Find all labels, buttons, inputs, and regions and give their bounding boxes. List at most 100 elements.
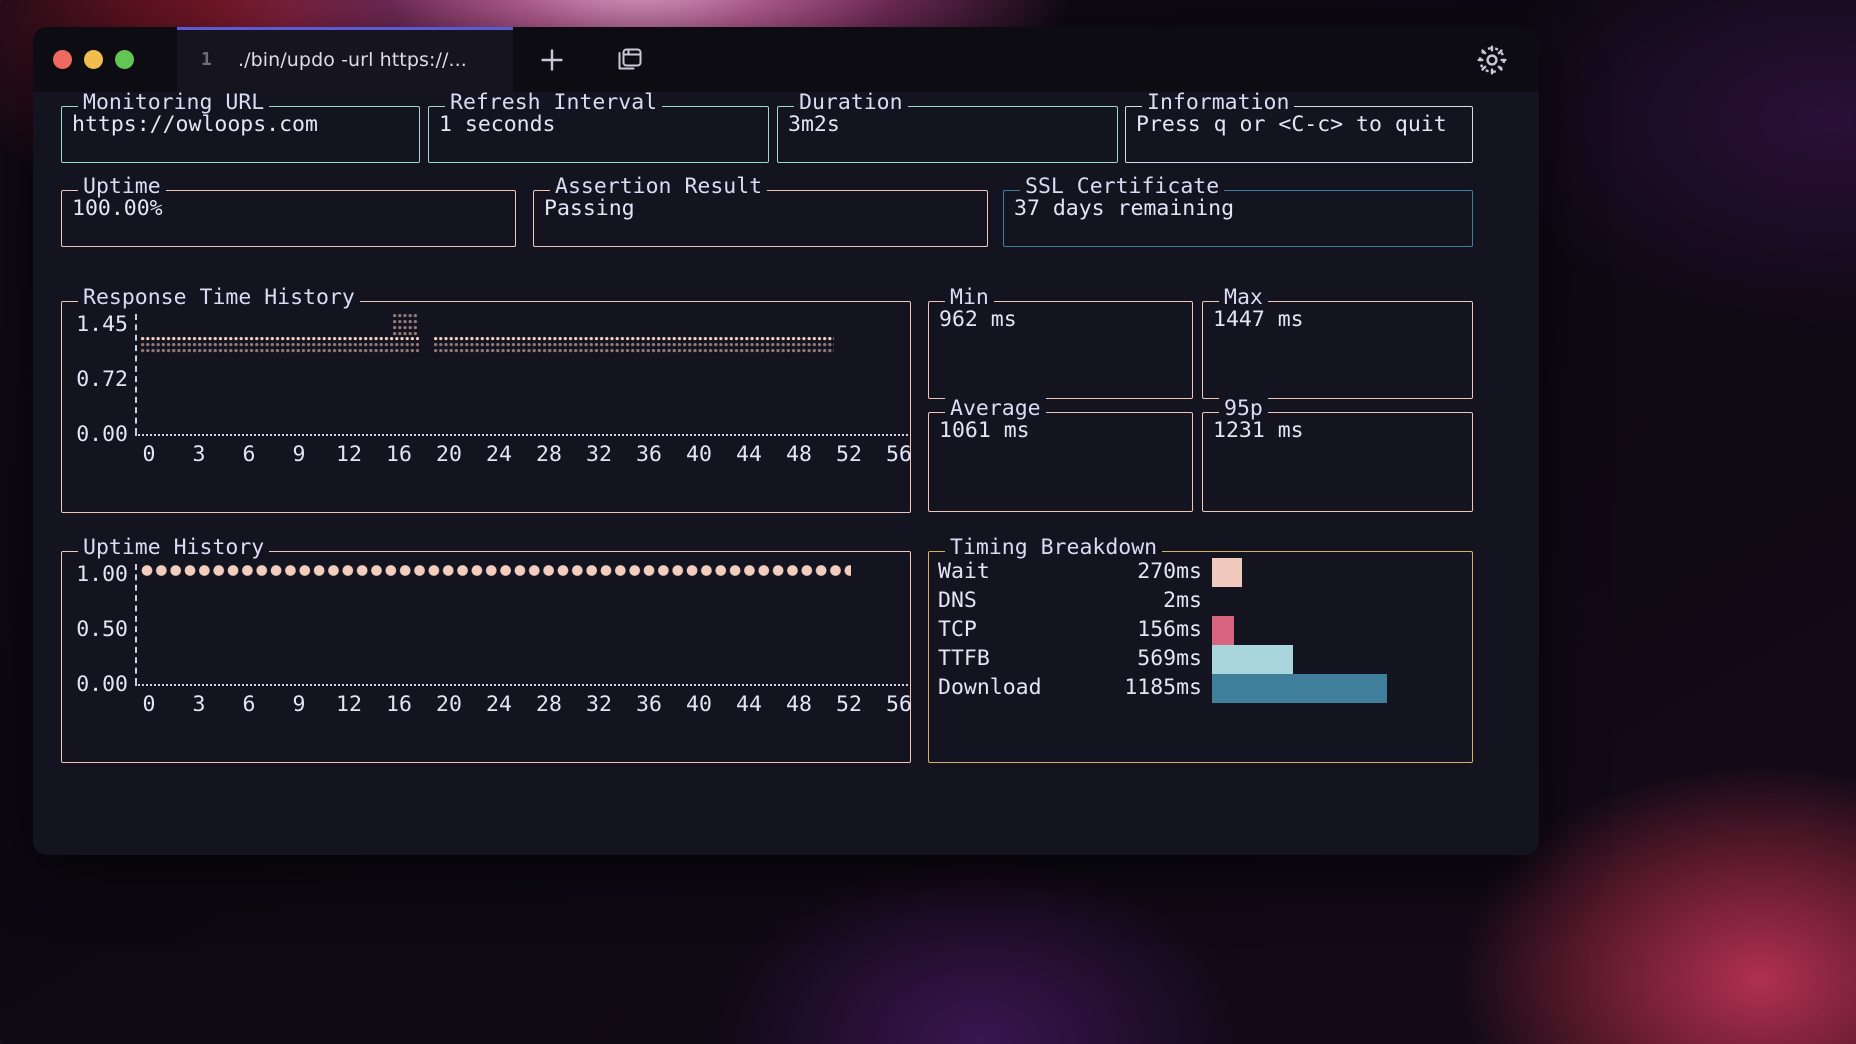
x-tick-label: 24	[486, 442, 512, 467]
data-spike	[393, 320, 419, 325]
y-axis	[135, 314, 137, 434]
panel-information: Information Press q or <C-c> to quit	[1125, 92, 1473, 163]
panel-title: Assertion Result	[550, 176, 768, 198]
terminal-tab[interactable]: 1 ./bin/updo -url https://...	[177, 27, 513, 92]
panel-uptime: Uptime 100.00%	[61, 176, 516, 247]
x-tick-label: 28	[536, 442, 562, 467]
x-tick-label: 9	[292, 442, 306, 467]
x-tick-label: 16	[386, 692, 412, 717]
x-tick-label: 36	[636, 692, 662, 717]
x-tick-label: 32	[586, 442, 612, 467]
timing-bar	[1212, 558, 1242, 587]
panel-title: Duration	[794, 92, 908, 114]
data-spike	[393, 326, 419, 331]
x-tick-label: 3	[192, 442, 206, 467]
data-band	[141, 337, 419, 342]
x-tick-label: 12	[336, 692, 362, 717]
x-tick-label: 44	[736, 692, 762, 717]
x-tick-label: 9	[292, 692, 306, 717]
timing-breakdown-list: Wait 270ms DNS 2ms TCP 156ms TTFB 569ms …	[938, 558, 1463, 703]
data-band	[141, 349, 419, 354]
x-tick-label: 20	[436, 692, 462, 717]
x-tick-label: 48	[786, 692, 812, 717]
timing-bar	[1212, 616, 1234, 645]
new-tab-button[interactable]	[513, 27, 591, 92]
data-spike	[393, 314, 419, 319]
y-axis	[135, 564, 137, 684]
timing-label: TCP	[938, 617, 977, 643]
split-pane-button[interactable]	[591, 27, 669, 92]
data-spike	[393, 332, 419, 337]
x-tick-label: 16	[386, 442, 412, 467]
plus-icon	[541, 48, 563, 71]
data-band	[434, 343, 834, 348]
timing-value: 270ms	[1137, 559, 1202, 585]
panel-refresh-interval: Refresh Interval 1 seconds	[428, 92, 769, 163]
timing-row: TTFB 569ms	[938, 645, 1463, 674]
close-window-button[interactable]	[53, 50, 72, 69]
x-tick-label: 12	[336, 442, 362, 467]
gear-icon	[1477, 44, 1507, 75]
response-time-chart: 1.45 0.72 0.00 0 3 6 9 12 16 20 24 28 32…	[62, 302, 912, 512]
x-tick-label: 0	[142, 442, 156, 467]
x-tick-label: 36	[636, 442, 662, 467]
y-tick-label: 0.72	[76, 367, 128, 392]
x-tick-label: 40	[686, 692, 712, 717]
x-axis-line	[135, 434, 908, 436]
panel-average: Average 1061 ms	[928, 398, 1193, 512]
timing-value: 2ms	[1163, 588, 1202, 614]
y-tick-label: 0.50	[76, 617, 128, 642]
x-tick-label: 20	[436, 442, 462, 467]
window-controls	[33, 27, 177, 92]
panel-title: Uptime	[78, 176, 166, 198]
data-band	[434, 337, 834, 342]
x-tick-label: 32	[586, 692, 612, 717]
x-tick-label: 6	[242, 692, 256, 717]
panel-timing-breakdown: Timing Breakdown Wait 270ms DNS 2ms TCP	[928, 537, 1473, 763]
panel-title: Max	[1219, 287, 1268, 309]
x-tick-label: 52	[836, 692, 862, 717]
panel-response-time-history: Response Time History 1.45 0.72 0.00 0 3…	[61, 287, 912, 513]
y-tick-label: 0.00	[76, 672, 128, 697]
y-tick-label: 1.00	[76, 562, 128, 587]
timing-bar	[1212, 674, 1387, 703]
x-tick-label: 0	[142, 692, 156, 717]
timing-row: TCP 156ms	[938, 616, 1463, 645]
x-tick-label: 44	[736, 442, 762, 467]
panel-max: Max 1447 ms	[1202, 287, 1473, 399]
x-tick-label: 28	[536, 692, 562, 717]
x-tick-label: 40	[686, 442, 712, 467]
tab-title: ./bin/updo -url https://...	[237, 48, 467, 71]
tab-index: 1	[201, 49, 212, 70]
timing-row: Download 1185ms	[938, 674, 1463, 703]
minimize-window-button[interactable]	[84, 50, 103, 69]
title-bar: 1 ./bin/updo -url https://...	[33, 27, 1539, 92]
x-tick-label: 3	[192, 692, 206, 717]
desktop-wallpaper: 1 ./bin/updo -url https://... Monitoring…	[0, 0, 1856, 1044]
maximize-window-button[interactable]	[115, 50, 134, 69]
panel-title: Monitoring URL	[78, 92, 270, 114]
x-tick-label: 56	[886, 692, 912, 717]
y-tick-label: 1.45	[76, 312, 128, 337]
x-axis-labels: 0 3 6 9 12 16 20 24 28 32 36 40 44 48 52…	[124, 444, 924, 466]
timing-value: 156ms	[1137, 617, 1202, 643]
panel-title: Refresh Interval	[445, 92, 663, 114]
timing-row: DNS 2ms	[938, 587, 1463, 616]
settings-button[interactable]	[1463, 27, 1539, 92]
timing-label: Wait	[938, 559, 990, 585]
terminal-window: 1 ./bin/updo -url https://... Monitoring…	[33, 27, 1539, 855]
panel-ssl-certificate: SSL Certificate 37 days remaining	[1003, 176, 1473, 247]
uptime-history-chart: 1.00 0.50 0.00 0 3 6 9 12 16 20 24 28 32…	[62, 552, 912, 762]
timing-label: DNS	[938, 588, 977, 614]
timing-label: Download	[938, 675, 1042, 701]
uptime-data-series	[141, 564, 851, 577]
y-tick-label: 0.00	[76, 422, 128, 447]
data-band	[434, 349, 834, 354]
timing-label: TTFB	[938, 646, 990, 672]
timing-bar	[1212, 645, 1293, 674]
panel-uptime-history: Uptime History 1.00 0.50 0.00 0 3 6 9 12	[61, 537, 912, 763]
panel-title: Average	[945, 398, 1046, 420]
x-axis-line	[135, 684, 908, 686]
timing-value: 569ms	[1137, 646, 1202, 672]
x-tick-label: 52	[836, 442, 862, 467]
